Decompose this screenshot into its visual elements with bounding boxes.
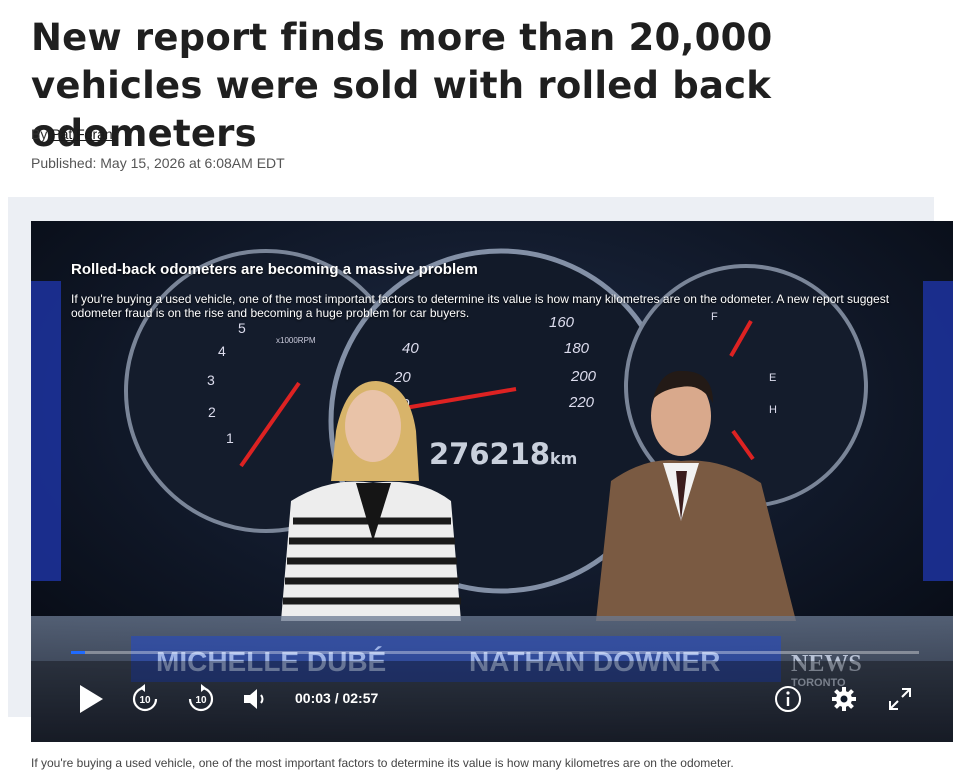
info-icon <box>775 686 801 712</box>
forward-10-button[interactable]: 10 <box>185 683 217 715</box>
progress-fill <box>71 651 86 654</box>
time-display: 00:03 / 02:57 <box>295 690 379 706</box>
speed-tick: 200 <box>570 368 597 385</box>
speed-tick: 220 <box>568 394 595 411</box>
rewind-10-icon: 10 <box>132 684 158 712</box>
info-button[interactable] <box>772 683 804 715</box>
volume-icon <box>244 689 264 709</box>
gauge-letter: H <box>769 404 777 416</box>
byline: By Pat Foran <box>31 126 113 142</box>
video-player[interactable]: x1000RPM 1 2 3 4 5 0 20 40 180 200 220 1… <box>31 221 953 742</box>
rpm-tick: 1 <box>226 430 234 446</box>
published-date: Published: May 15, 2026 at 6:08AM EDT <box>31 155 285 171</box>
gear-icon <box>832 687 856 711</box>
rpm-label: x1000RPM <box>276 336 316 345</box>
byline-prefix: By <box>31 126 48 142</box>
video-title: Rolled-back odometers are becoming a mas… <box>71 261 478 278</box>
fullscreen-icon <box>889 688 911 710</box>
article-headline: New report finds more than 20,000 vehicl… <box>31 16 773 155</box>
rewind-10-button[interactable]: 10 <box>129 683 161 715</box>
video-caption: If you're buying a used vehicle, one of … <box>31 756 734 770</box>
odometer-unit: km <box>550 449 577 468</box>
progress-bar[interactable] <box>71 651 919 654</box>
play-icon <box>80 685 103 713</box>
speed-tick: 40 <box>402 340 419 357</box>
play-button[interactable] <box>75 683 107 715</box>
rpm-tick: 4 <box>218 343 226 359</box>
rewind-10-label: 10 <box>139 695 151 706</box>
author-link[interactable]: Pat Foran <box>51 126 112 142</box>
video-description: If you're buying a used vehicle, one of … <box>71 292 890 320</box>
gauge-letter: E <box>769 372 776 384</box>
rpm-tick: 5 <box>238 320 246 336</box>
fullscreen-button[interactable] <box>884 683 916 715</box>
speed-tick: 180 <box>564 340 590 357</box>
rpm-tick: 3 <box>207 372 215 388</box>
volume-button[interactable] <box>239 683 271 715</box>
settings-button[interactable] <box>828 683 860 715</box>
rpm-tick: 2 <box>208 404 216 420</box>
speed-tick: 20 <box>393 369 411 386</box>
forward-10-icon: 10 <box>188 684 214 712</box>
odometer-reading: 276218 <box>429 437 550 471</box>
forward-10-label: 10 <box>195 695 207 706</box>
